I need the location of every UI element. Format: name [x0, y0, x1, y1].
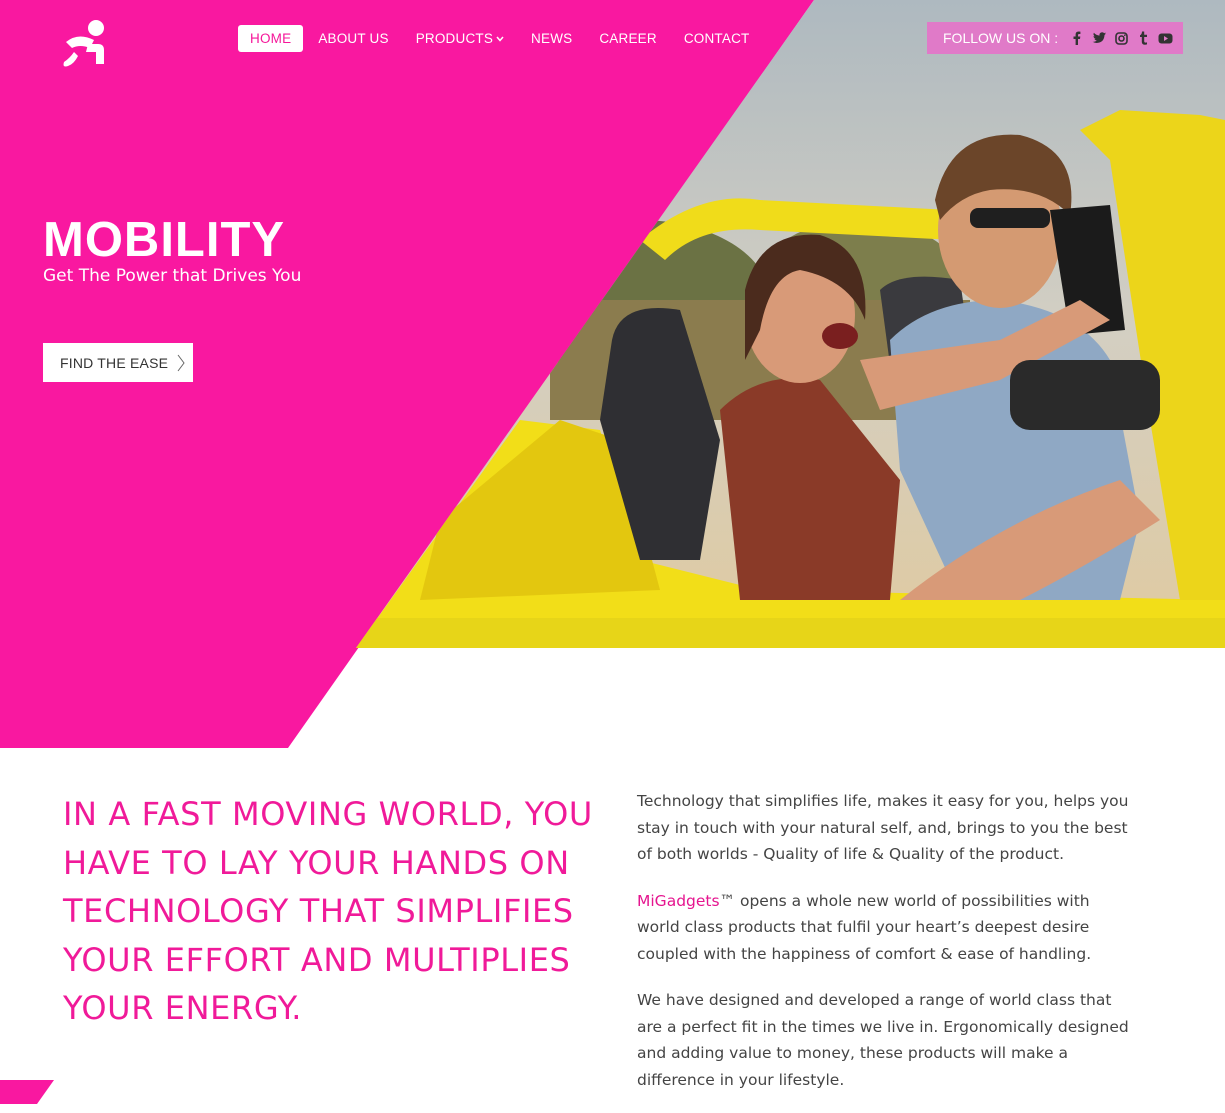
hero-section [0, 0, 1225, 648]
nav-products-label: PRODUCTS [415, 31, 494, 46]
find-the-ease-button[interactable]: FIND THE EASE [43, 343, 193, 382]
nav-home-label: HOME [250, 31, 292, 46]
intro-copy: Technology that simplifies life, makes i… [637, 788, 1132, 1113]
nav-contact[interactable]: CONTACT [672, 25, 762, 52]
intro-paragraph-1: Technology that simplifies life, makes i… [637, 792, 1129, 863]
main-nav: HOME ABOUT US PRODUCTS NEWS CAREER CONTA… [238, 25, 764, 52]
chevron-down-icon [496, 32, 504, 47]
nav-career[interactable]: CAREER [587, 25, 668, 52]
facebook-icon[interactable] [1068, 30, 1086, 46]
youtube-icon[interactable] [1156, 30, 1174, 46]
couple-in-jeep-photo [356, 0, 1225, 648]
migadgets-logo[interactable] [60, 18, 110, 70]
nav-about-us[interactable]: ABOUT US [306, 25, 400, 52]
tumblr-icon[interactable] [1134, 30, 1152, 46]
chevron-right-icon [177, 354, 185, 372]
follow-us-label: FOLLOW US ON : [943, 30, 1059, 46]
instagram-icon[interactable] [1112, 30, 1130, 46]
nav-home[interactable]: HOME [238, 25, 304, 52]
nav-career-label: CAREER [599, 31, 657, 46]
nav-about-us-label: ABOUT US [318, 31, 389, 46]
pink-corner-shape [0, 1080, 54, 1104]
hero-subtitle: Get The Power that Drives You [43, 266, 302, 286]
follow-us-bar: FOLLOW US ON : [927, 22, 1183, 54]
intro-paragraph-2: MiGadgets™ opens a whole new world of po… [637, 888, 1132, 968]
intro-paragraph-3: We have designed and developed a range o… [637, 991, 1129, 1089]
brand-name: MiGadgets [637, 891, 720, 910]
cta-label: FIND THE EASE [60, 354, 169, 371]
twitter-icon[interactable] [1090, 30, 1108, 46]
intro-headline: IN A FAST MOVING WORLD, YOU HAVE TO LAY … [63, 795, 593, 1028]
nav-news[interactable]: NEWS [519, 25, 584, 52]
nav-news-label: NEWS [531, 31, 573, 46]
nav-products[interactable]: PRODUCTS [404, 25, 516, 52]
nav-contact-label: CONTACT [683, 31, 750, 46]
hero-title: MOBILITY [43, 213, 286, 267]
